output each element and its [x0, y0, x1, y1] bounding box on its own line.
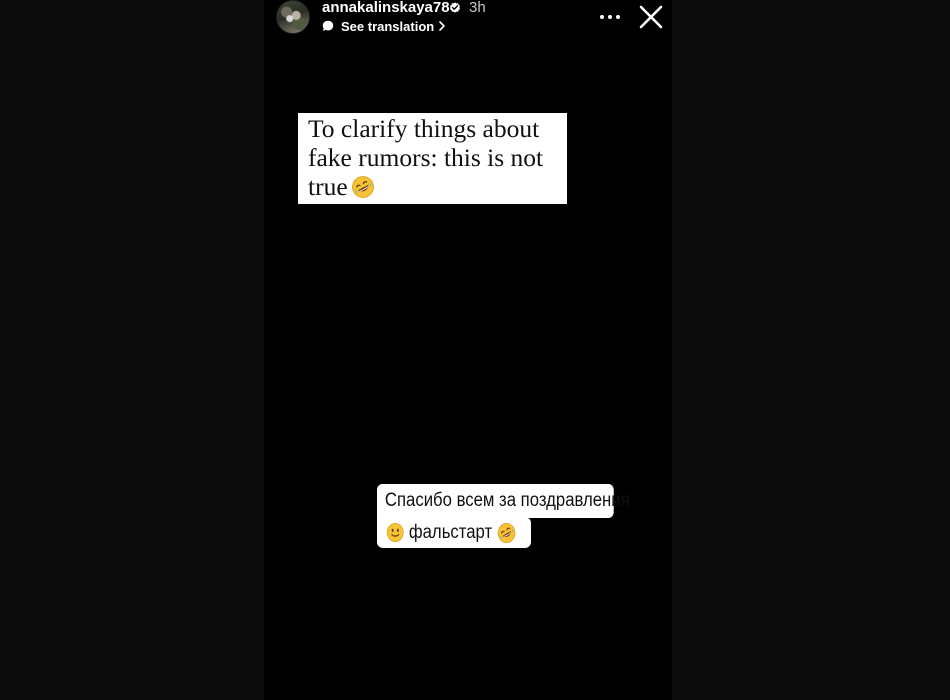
- russian-line-1-text: Спасибо всем за поздравления: [384, 490, 630, 511]
- russian-sticker-line-2: фальстарт: [377, 517, 531, 548]
- english-sticker-text: To clarify things about fake rumors: thi…: [308, 114, 544, 201]
- russian-line-2-text: фальстарт: [408, 521, 493, 543]
- more-horizontal-icon[interactable]: [598, 8, 622, 26]
- avatar[interactable]: [276, 0, 310, 34]
- speech-bubble-icon: [322, 20, 334, 31]
- rolling-on-floor-laughing-emoji: [351, 176, 374, 198]
- rolling-on-floor-laughing-emoji: [497, 522, 515, 543]
- close-icon[interactable]: [638, 4, 664, 30]
- story-header: annakalinskaya78 3h See translation: [264, 0, 672, 44]
- see-translation-button[interactable]: See translation: [322, 17, 446, 35]
- username[interactable]: annakalinskaya78: [322, 0, 450, 16]
- russian-sticker-line-1: Спасибо всем за поздравления: [377, 484, 630, 518]
- english-text-sticker: To clarify things about fake rumors: thi…: [298, 113, 567, 204]
- chevron-right-icon: [439, 21, 446, 31]
- story-viewer[interactable]: annakalinskaya78 3h See translation To c…: [264, 0, 672, 700]
- slightly-smiling-face-emoji: [386, 522, 404, 543]
- story-time: 3h: [469, 0, 486, 16]
- verified-badge-icon: [450, 2, 460, 13]
- see-translation-label: See translation: [341, 18, 435, 34]
- russian-text-sticker: Спасибо всем за поздравления фальстарт: [377, 484, 649, 548]
- page: annakalinskaya78 3h See translation To c…: [0, 0, 950, 700]
